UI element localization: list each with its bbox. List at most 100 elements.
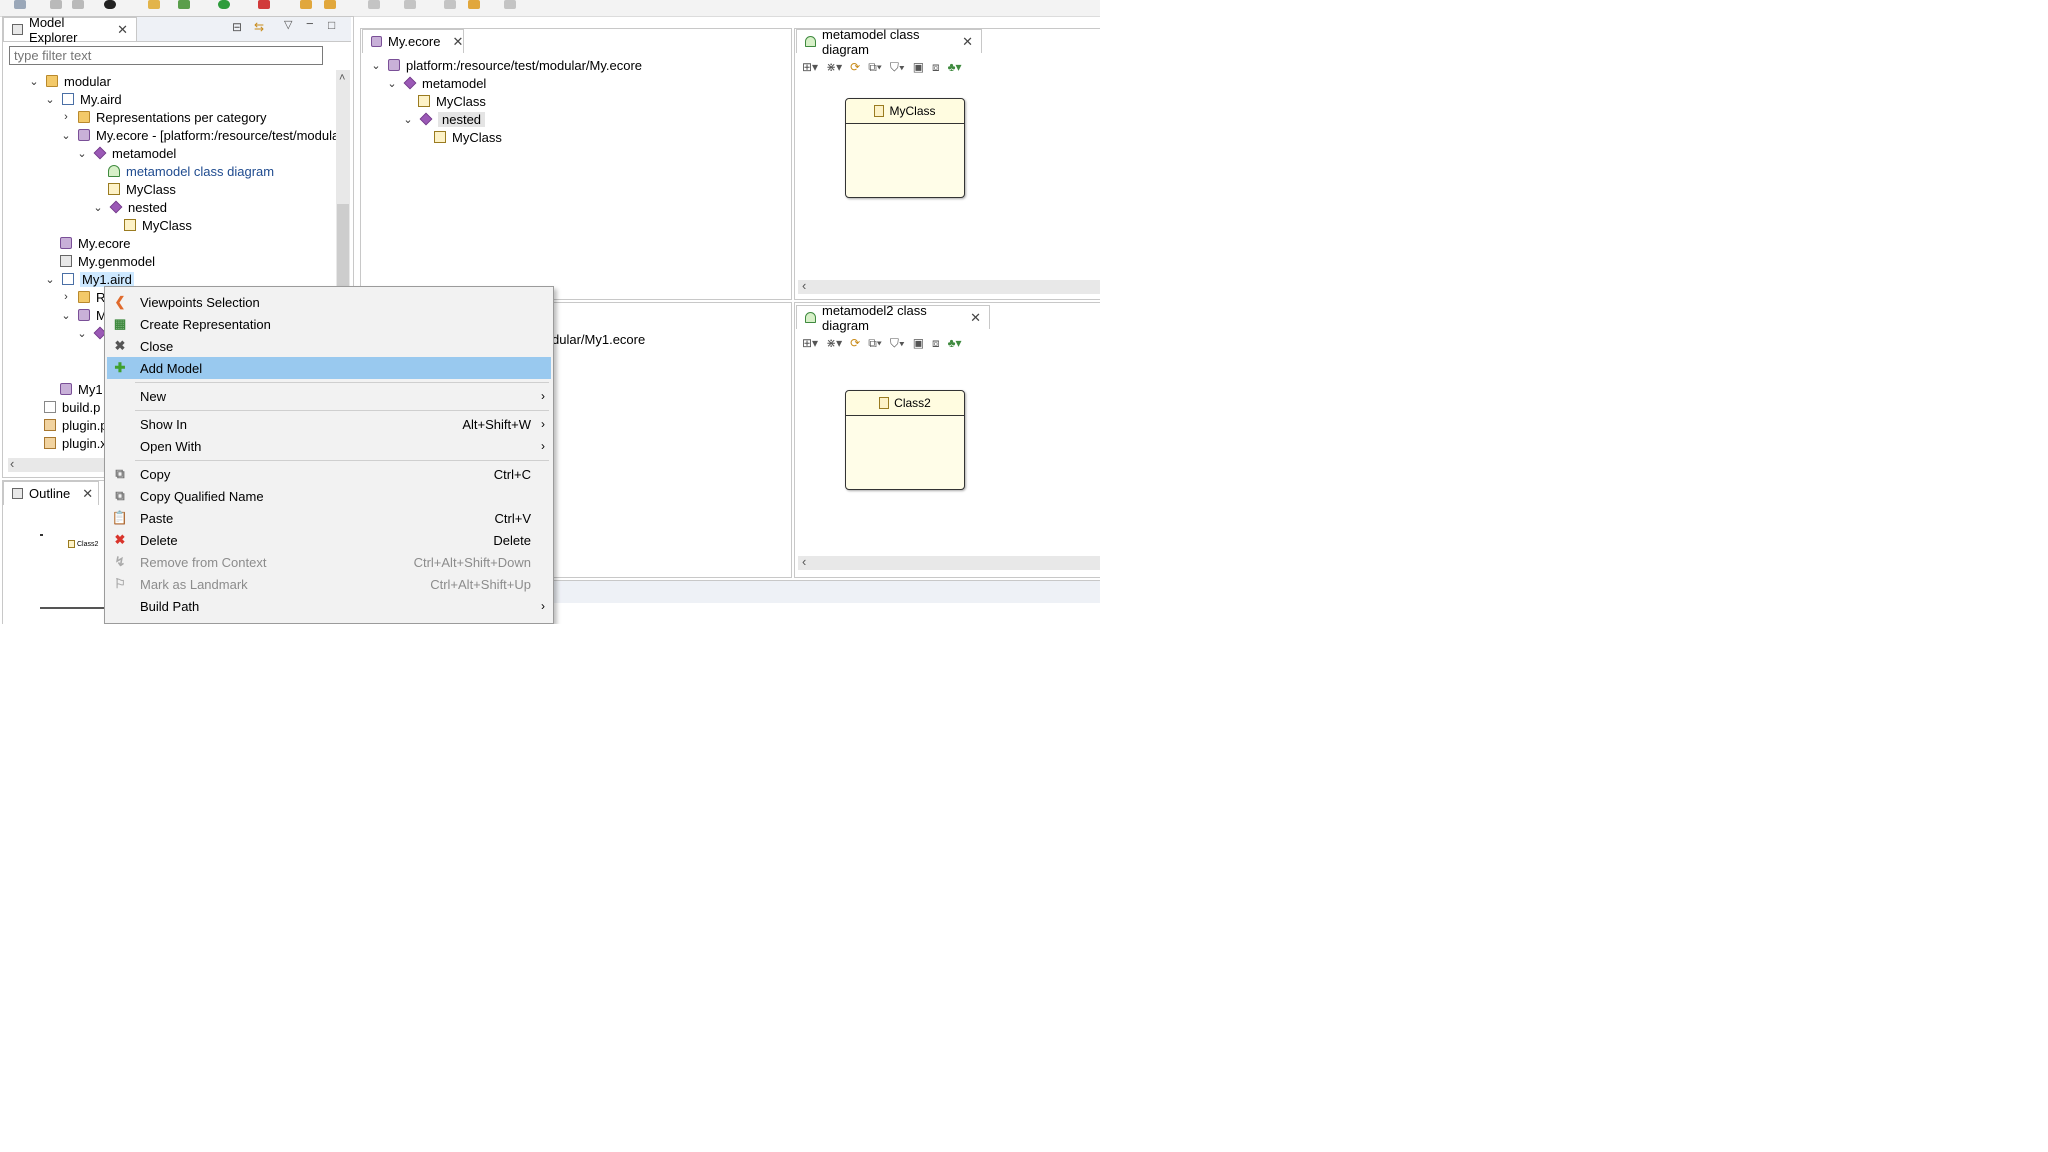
pin-icon[interactable] [404, 0, 416, 9]
tree-item-selected[interactable]: ⌄ nested [402, 110, 486, 128]
run-config-icon[interactable] [148, 0, 160, 9]
menu-item-show-in[interactable]: Show In Alt+Shift+W › [107, 413, 551, 435]
save-all-icon[interactable] [72, 0, 84, 9]
close-icon[interactable]: ✕ [117, 22, 128, 38]
class-icon [124, 219, 136, 231]
tree-item[interactable]: plugin.x [44, 434, 107, 452]
link-editor-icon[interactable]: ⇆ [254, 20, 264, 34]
diagram2-hscrollbar[interactable] [798, 556, 1100, 570]
nav-icon[interactable] [504, 0, 516, 9]
tree-item[interactable]: › Representations per category [60, 108, 266, 126]
new-diagram-icon[interactable]: ♣▾ [948, 336, 962, 350]
menu-item-add-model[interactable]: ✚ Add Model [107, 357, 551, 379]
tree-item[interactable]: MyClass [418, 92, 486, 110]
diagram2-toolbar: ⊞▾ ⋇▾ ⟳ ⧉▾ ⛉▾ ▣ ⧈ ♣▾ [802, 334, 962, 352]
tree-item[interactable]: MyClass [108, 180, 176, 198]
menu-item-build-path[interactable]: Build Path › [107, 595, 551, 617]
run-icon[interactable] [218, 0, 230, 9]
refresh-icon[interactable]: ⟳ [850, 336, 860, 350]
genmodel-icon [60, 255, 72, 267]
tab-my-ecore[interactable]: My.ecore ✕ [362, 29, 464, 53]
tab-metamodel-diagram[interactable]: metamodel class diagram ✕ [796, 27, 982, 57]
build-icon[interactable] [178, 0, 190, 9]
menu-item-create-representation[interactable]: ▦ Create Representation [107, 313, 551, 335]
tree-item[interactable]: My.ecore [60, 234, 131, 252]
tree-item[interactable]: ⌄ metamodel [76, 144, 176, 162]
scroll-left-icon[interactable]: ‹ [802, 554, 806, 569]
scroll-left-icon[interactable]: ‹ [802, 278, 806, 293]
tab-model-explorer[interactable]: Model Explorer ✕ [3, 15, 137, 45]
diagram1-hscrollbar[interactable] [798, 280, 1100, 294]
filter-icon[interactable]: ⛉▾ [890, 60, 905, 75]
tree-item[interactable]: build.p [44, 398, 100, 416]
menu-item-open-with[interactable]: Open With › [107, 435, 551, 457]
snapshot-icon[interactable]: ⧈ [932, 60, 940, 75]
menu-item-new[interactable]: New › [107, 385, 551, 407]
menu-item-delete[interactable]: ✖ Delete Delete [107, 529, 551, 551]
back-icon[interactable] [444, 0, 456, 9]
open-folder-icon[interactable] [300, 0, 312, 9]
filter-input[interactable] [9, 46, 323, 65]
landmark-icon: ⚐ [114, 576, 126, 591]
maximize-icon[interactable]: □ [328, 18, 335, 32]
scroll-thumb[interactable] [337, 204, 349, 288]
menu-item-close[interactable]: ✖ Close [107, 335, 551, 357]
save-icon[interactable] [50, 0, 62, 9]
menu-item-mark-as-landmark[interactable]: ⚐ Mark as Landmark Ctrl+Alt+Shift+Up [107, 573, 551, 595]
export-icon[interactable]: ▣ [913, 60, 924, 74]
debug-icon[interactable] [104, 0, 116, 9]
layers-icon[interactable]: ⧉▾ [868, 60, 882, 75]
stop-icon[interactable] [258, 0, 270, 9]
menu-item-remove-from-context[interactable]: ↯ Remove from Context Ctrl+Alt+Shift+Dow… [107, 551, 551, 573]
tree-item[interactable]: MyClass [124, 216, 192, 234]
layout-icon[interactable]: ⋇▾ [826, 336, 842, 350]
menu-item-copy-qualified-name[interactable]: ⧉ Copy Qualified Name [107, 485, 551, 507]
tree-item[interactable]: My1 [60, 380, 103, 398]
tab-metamodel2-diagram[interactable]: metamodel2 class diagram ✕ [796, 303, 990, 333]
refresh-icon[interactable]: ⟳ [850, 60, 860, 74]
tab-outline[interactable]: Outline ✕ [3, 481, 99, 505]
tree-item[interactable]: plugin.p [44, 416, 108, 434]
close-icon[interactable]: ✕ [82, 486, 93, 502]
search-icon[interactable] [324, 0, 336, 9]
tree-item[interactable]: My.genmodel [60, 252, 155, 270]
filter-icon[interactable]: ⛉▾ [890, 336, 905, 351]
tree-item[interactable]: ⌄ nested [92, 198, 167, 216]
arrange-icon[interactable]: ⊞▾ [802, 336, 818, 350]
view-menu-icon[interactable]: ▽ [284, 18, 292, 31]
tree-item[interactable]: › R [60, 288, 105, 306]
tree-item[interactable]: MyClass [434, 128, 502, 146]
arrange-icon[interactable]: ⊞▾ [802, 60, 818, 74]
tree-item[interactable]: ⌄ M [60, 306, 106, 324]
layout-icon[interactable]: ⋇▾ [826, 60, 842, 74]
tree-item[interactable]: ⌄ platform:/resource/test/modular/My.ecor… [370, 56, 642, 74]
new-diagram-icon[interactable]: ♣▾ [948, 60, 962, 74]
tree-item[interactable]: ⌄ My.aird [44, 90, 121, 108]
snapshot-icon[interactable]: ⧈ [932, 336, 940, 351]
tree-item[interactable]: metamodel class diagram [108, 162, 274, 180]
class-node[interactable]: MyClass [845, 98, 965, 198]
close-icon[interactable]: ✕ [453, 34, 464, 50]
annotation-icon[interactable] [368, 0, 380, 9]
tree-item[interactable]: ⌄ metamodel [386, 74, 486, 92]
tree-item[interactable]: ⌄ [76, 324, 107, 342]
collapse-all-icon[interactable]: ⊟ [232, 20, 242, 34]
close-icon[interactable]: ✕ [970, 310, 981, 326]
tree-item[interactable]: ⌄ modular [28, 72, 111, 90]
minimize-icon[interactable]: − [306, 16, 314, 31]
scroll-left-icon[interactable]: ‹ [10, 456, 14, 471]
menu-item-paste[interactable]: 📋 Paste Ctrl+V [107, 507, 551, 529]
new-icon[interactable] [14, 0, 26, 9]
class-node[interactable]: Class2 [845, 390, 965, 490]
export-icon[interactable]: ▣ [913, 336, 924, 350]
layers-icon[interactable]: ⧉▾ [868, 336, 882, 351]
forward-icon[interactable] [468, 0, 480, 9]
horizontal-scrollbar[interactable] [8, 458, 108, 472]
submenu-arrow-icon: › [541, 389, 545, 403]
tree-item[interactable]: ⌄ My.ecore - [platform:/resource/test/mod… [60, 126, 339, 144]
menu-item-viewpoints-selection[interactable]: ❮ Viewpoints Selection [107, 291, 551, 313]
menu-item-copy[interactable]: ⧉ Copy Ctrl+C [107, 463, 551, 485]
close-icon[interactable]: ✕ [962, 34, 973, 50]
scroll-up-icon[interactable]: ˄ [339, 72, 345, 84]
tab-label: Model Explorer [29, 14, 78, 45]
